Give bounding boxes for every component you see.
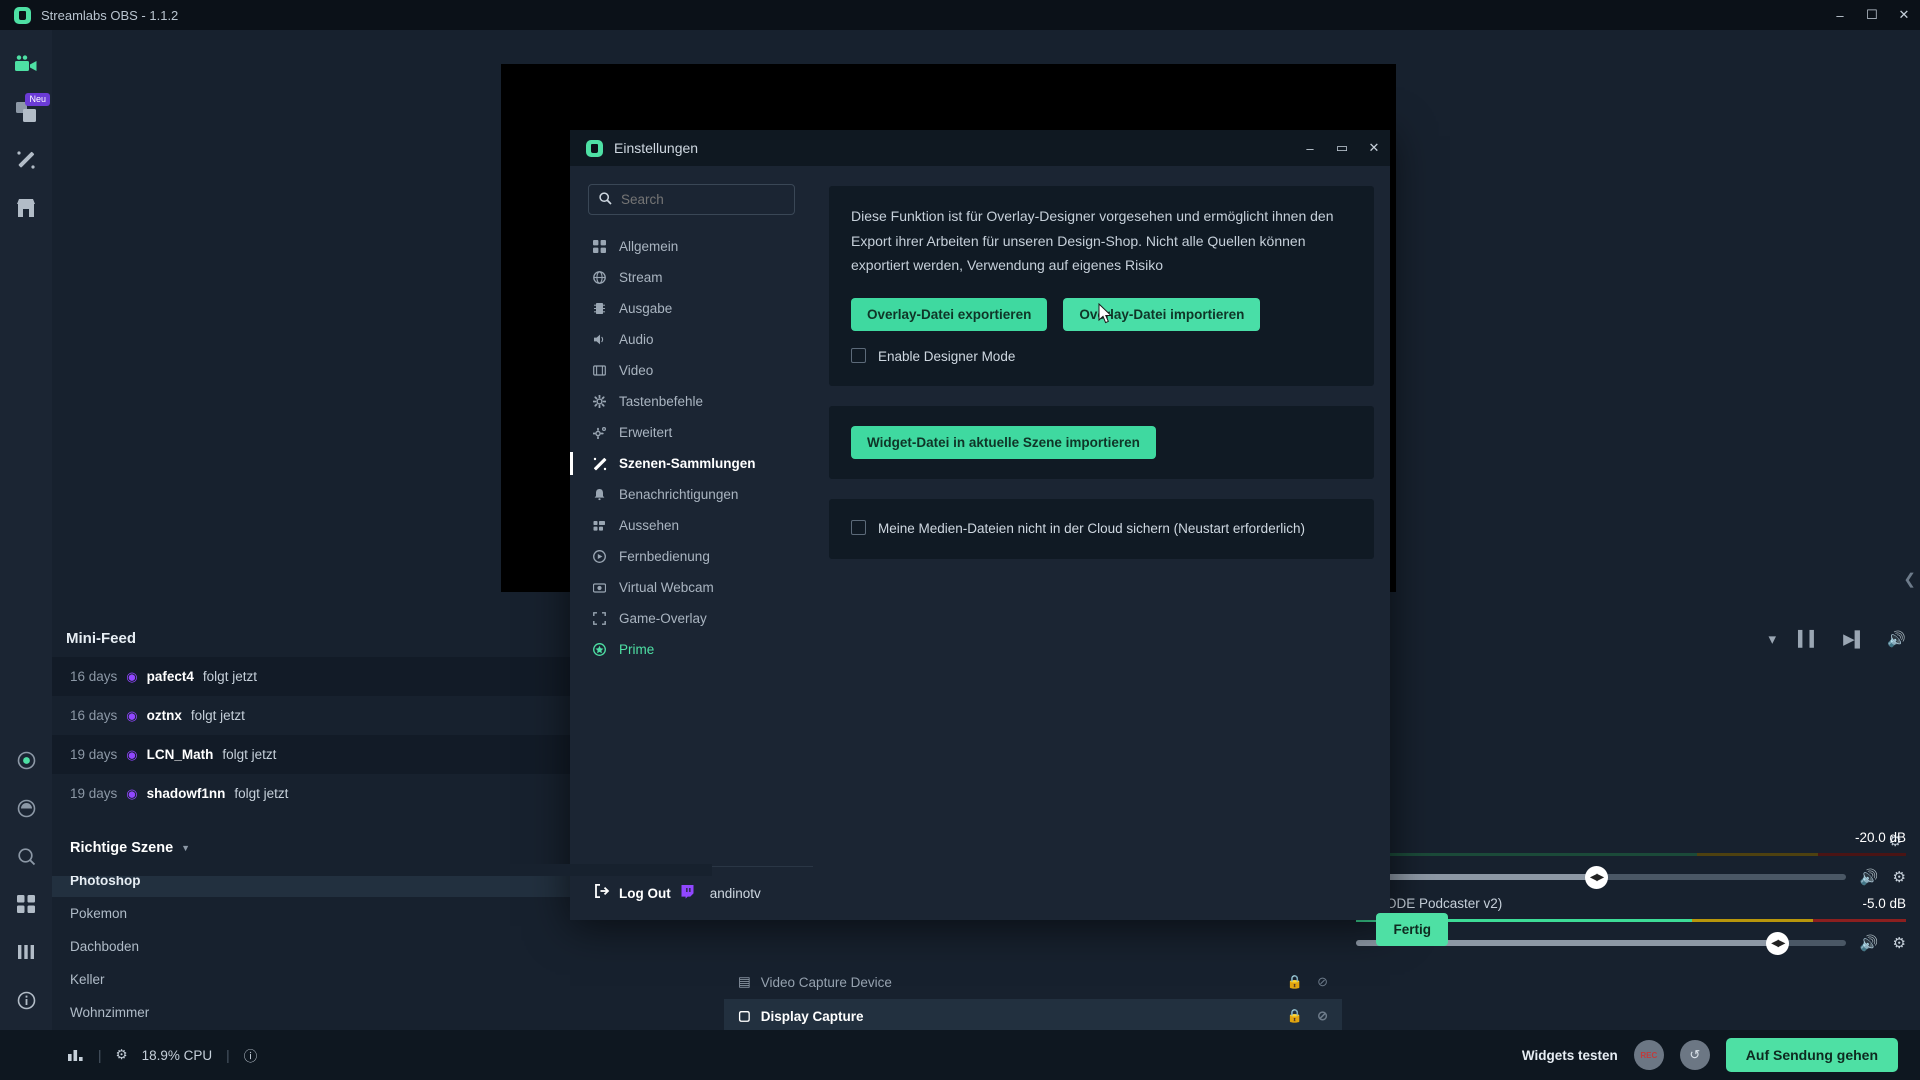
overlay-export-panel: Diese Funktion ist für Overlay-Designer … xyxy=(829,186,1374,387)
camera-icon xyxy=(592,581,607,594)
sidebar-item-video[interactable]: Video xyxy=(570,355,813,386)
gears-icon xyxy=(592,426,607,439)
sidebar-item-game-overlay[interactable]: Game-Overlay xyxy=(570,603,813,634)
globe-icon xyxy=(592,271,607,284)
settings-dialog-logo-icon xyxy=(586,139,603,157)
sidebar-item-label: Audio xyxy=(619,332,654,347)
twitch-icon xyxy=(680,884,695,904)
sidebar-item-label: Szenen-Sammlungen xyxy=(619,456,756,471)
designer-mode-checkbox[interactable] xyxy=(851,347,866,363)
sidebar-item-tastenbefehle[interactable]: Tastenbefehle xyxy=(570,386,813,417)
settings-minimize-button[interactable]: – xyxy=(1294,130,1326,166)
sidebar-item-label: Allgemein xyxy=(619,239,679,254)
cloud-backup-row[interactable]: Meine Medien-Dateien nicht in der Cloud … xyxy=(851,519,1352,539)
film-icon xyxy=(592,364,607,377)
export-overlay-button[interactable]: Overlay-Datei exportieren xyxy=(851,297,1048,331)
sidebar-item-prime[interactable]: Prime xyxy=(570,634,813,665)
sidebar-item-ausgabe[interactable]: Ausgabe xyxy=(570,293,813,324)
sidebar-item-label: Video xyxy=(619,363,654,378)
account-name: andinotv xyxy=(709,886,761,901)
settings-dialog-titlebar: Einstellungen – ▭ ✕ xyxy=(570,130,1390,166)
layout-blocks-icon xyxy=(592,519,607,532)
scene-list-clip xyxy=(52,864,712,876)
settings-dialog-body: Allgemein Stream xyxy=(570,166,1390,920)
sidebar-item-stream[interactable]: Stream xyxy=(570,262,813,293)
sidebar-item-audio[interactable]: Audio xyxy=(570,324,813,355)
streamlabs-obs-window: Streamlabs OBS - 1.1.2 – ☐ ✕ Neu ❮ Mini-… xyxy=(0,0,1920,1080)
speaker-icon xyxy=(592,333,607,346)
settings-dialog: Einstellungen – ▭ ✕ Search Allgemein Str… xyxy=(570,130,1448,946)
prime-star-icon xyxy=(592,643,607,656)
sidebar-item-label: Prime xyxy=(619,642,655,657)
cloud-backup-panel: Meine Medien-Dateien nicht in der Cloud … xyxy=(829,499,1374,559)
settings-maximize-button[interactable]: ▭ xyxy=(1326,130,1358,166)
search-icon xyxy=(599,191,612,208)
sidebar-item-label: Benachrichtigungen xyxy=(619,487,739,502)
sidebar-item-label: Tastenbefehle xyxy=(619,394,704,409)
sidebar-item-label: Erweitert xyxy=(619,425,673,440)
sidebar-item-benachrichtigungen[interactable]: Benachrichtigungen xyxy=(570,479,813,510)
sidebar-item-erweitert[interactable]: Erweitert xyxy=(570,417,813,448)
designer-mode-row[interactable]: Enable Designer Mode xyxy=(851,347,1352,367)
remote-icon xyxy=(592,550,607,563)
sidebar-item-label: Aussehen xyxy=(619,518,680,533)
sidebar-item-aussehen[interactable]: Aussehen xyxy=(570,510,813,541)
grid-icon xyxy=(592,240,607,253)
cloud-backup-label: Meine Medien-Dateien nicht in der Cloud … xyxy=(878,521,1305,537)
sidebar-item-label: Virtual Webcam xyxy=(619,580,714,595)
settings-content: Diese Funktion ist für Overlay-Designer … xyxy=(813,166,1390,920)
settings-dialog-title: Einstellungen xyxy=(614,140,699,156)
done-button[interactable]: Fertig xyxy=(1376,913,1448,946)
expand-icon xyxy=(592,612,607,625)
settings-dialog-window-controls: – ▭ ✕ xyxy=(1294,130,1390,166)
logout-button[interactable]: Log Out xyxy=(619,886,671,901)
sidebar-item-szenen-sammlungen[interactable]: Szenen-Sammlungen xyxy=(570,448,813,479)
import-overlay-button[interactable]: Overlay-Datei importieren xyxy=(1063,297,1261,331)
overlay-description: Diese Funktion ist für Overlay-Designer … xyxy=(851,208,1334,273)
chip-icon xyxy=(592,302,607,315)
import-widget-button[interactable]: Widget-Datei in aktuelle Szene importier… xyxy=(851,426,1156,460)
magic-wand-icon xyxy=(592,457,607,471)
sidebar-item-fernbedienung[interactable]: Fernbedienung xyxy=(570,541,813,572)
sidebar-item-label: Fernbedienung xyxy=(619,549,710,564)
settings-sidebar: Allgemein Stream xyxy=(570,166,813,920)
search-input[interactable] xyxy=(621,192,784,207)
gear-icon xyxy=(592,395,607,408)
settings-close-button[interactable]: ✕ xyxy=(1358,130,1390,166)
sidebar-item-label: Game-Overlay xyxy=(619,611,707,626)
settings-search[interactable] xyxy=(588,184,795,215)
cloud-backup-checkbox[interactable] xyxy=(851,520,866,536)
logout-icon[interactable] xyxy=(594,883,610,903)
designer-mode-label: Enable Designer Mode xyxy=(878,348,1016,364)
bell-icon xyxy=(592,488,607,501)
sidebar-item-label: Stream xyxy=(619,270,663,285)
widget-import-panel: Widget-Datei in aktuelle Szene importier… xyxy=(829,406,1374,480)
sidebar-item-virtual-webcam[interactable]: Virtual Webcam xyxy=(570,572,813,603)
mouse-cursor xyxy=(1098,303,1113,324)
sidebar-item-allgemein[interactable]: Allgemein xyxy=(570,231,813,262)
sidebar-item-label: Ausgabe xyxy=(619,301,673,316)
